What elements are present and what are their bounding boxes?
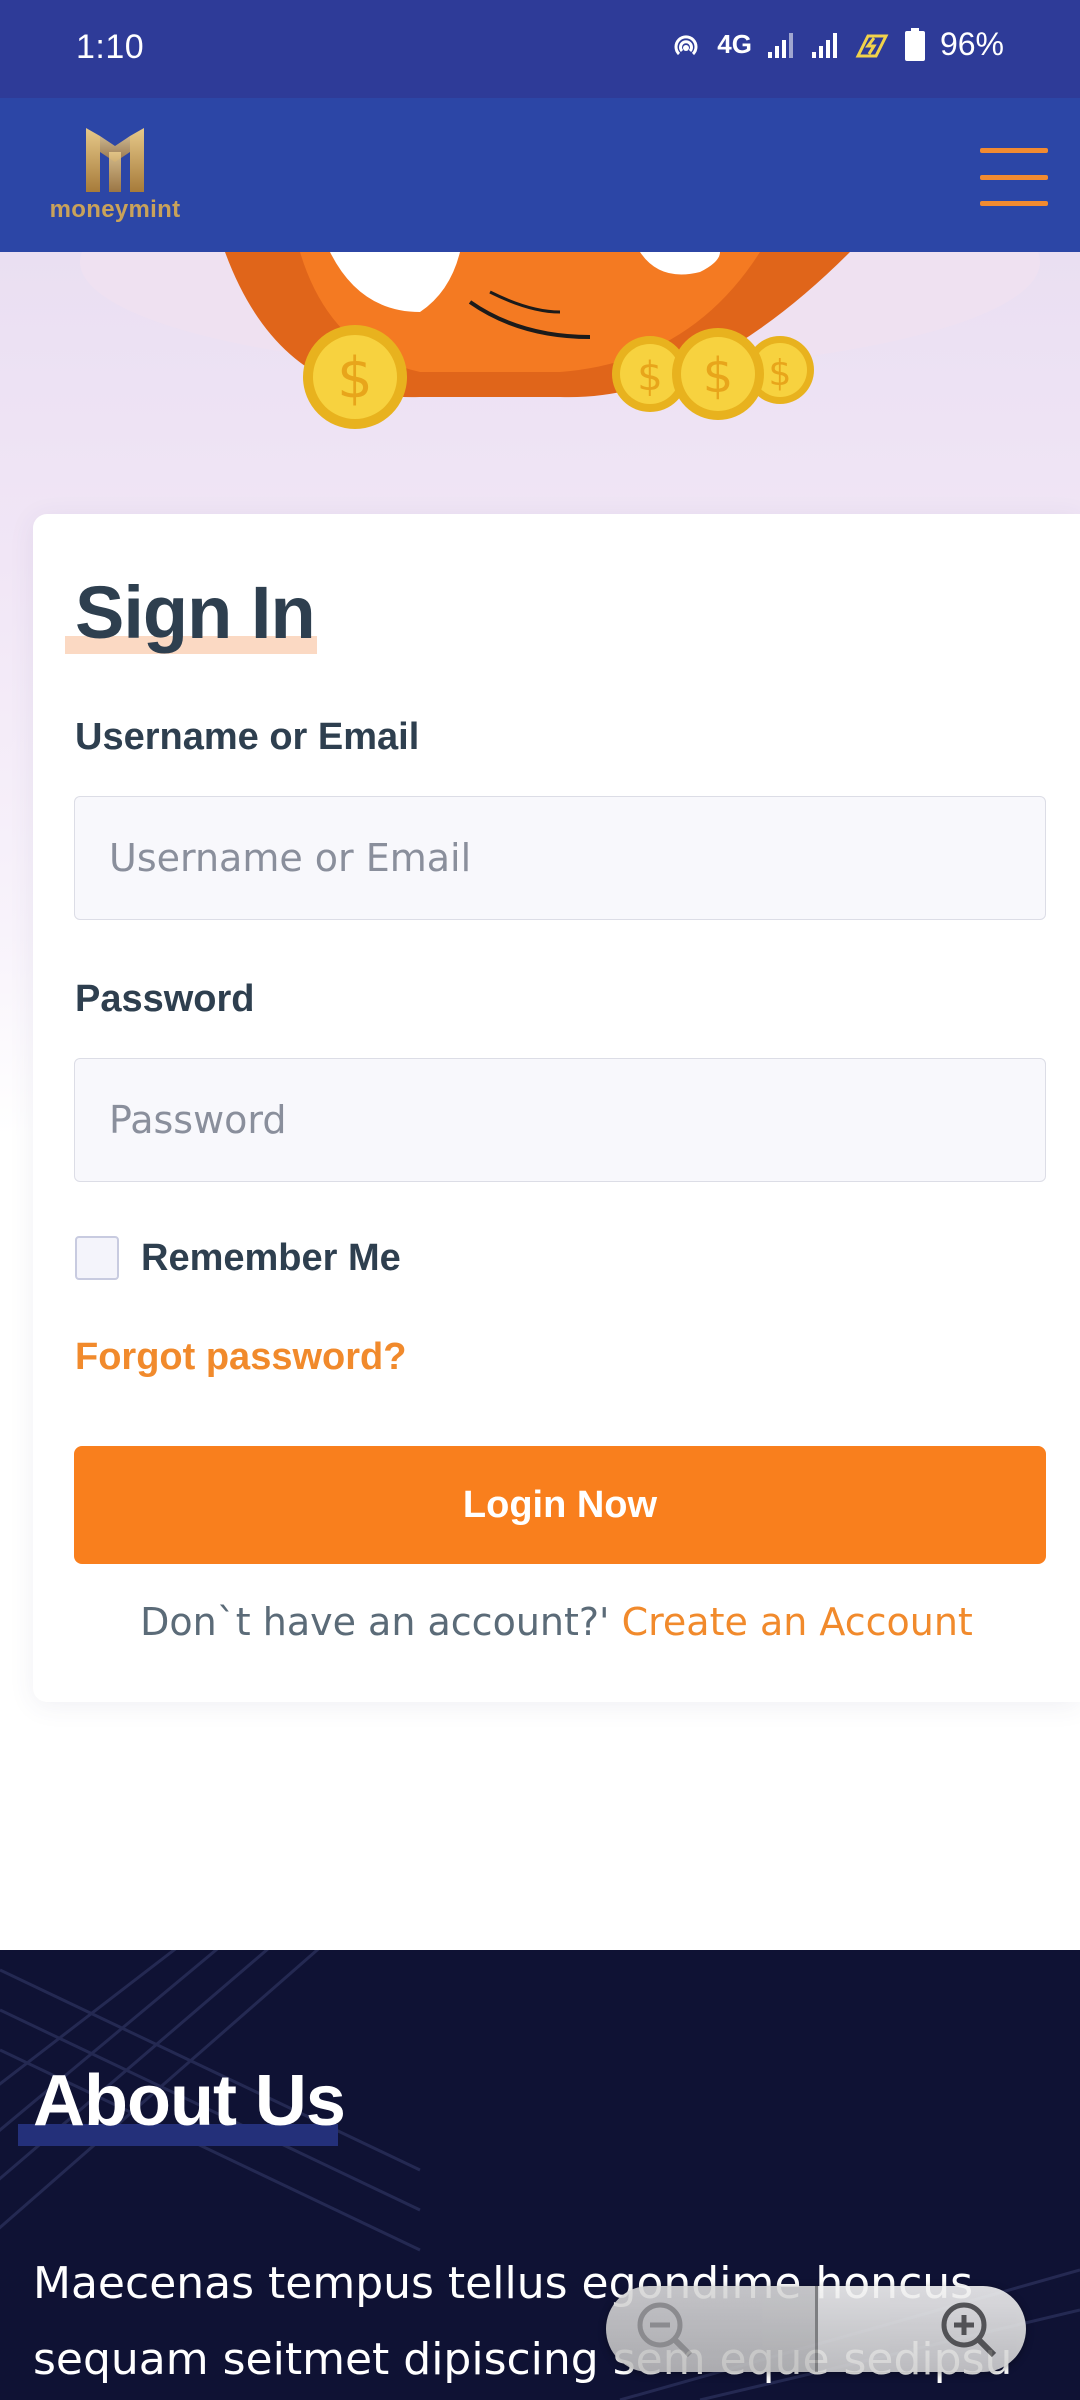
no-account-text: Don`t have an account?'	[140, 1600, 610, 1644]
username-label: Username or Email	[75, 716, 420, 758]
username-input[interactable]	[74, 796, 1046, 920]
logo-mark-icon	[86, 128, 144, 192]
signal-icon	[766, 30, 796, 60]
signin-card: Sign In Username or Email Password Remem…	[33, 514, 1080, 1702]
password-label: Password	[75, 978, 255, 1020]
battery-icon	[904, 27, 926, 62]
zoom-out-button[interactable]	[606, 2286, 818, 2372]
svg-text:$: $	[637, 354, 662, 400]
battery-level: 96%	[939, 26, 1004, 62]
site-header: moneymint	[0, 98, 1080, 252]
network-type: 4G	[717, 29, 752, 59]
hamburger-menu-icon[interactable]	[980, 148, 1048, 206]
remember-me-label[interactable]: Remember Me	[141, 1237, 401, 1280]
remember-me-checkbox[interactable]	[75, 1236, 119, 1280]
about-title: About Us	[33, 2061, 346, 2141]
zoom-in-button[interactable]	[817, 2286, 1026, 2372]
forgot-password-link[interactable]: Forgot password?	[75, 1336, 406, 1379]
status-time: 1:10	[76, 28, 145, 66]
hero-illustration: $ $ $ $	[80, 252, 1040, 429]
password-input[interactable]	[74, 1058, 1046, 1182]
svg-text:$: $	[703, 348, 734, 404]
svg-text:$: $	[337, 346, 373, 411]
zoom-in-icon	[941, 2302, 997, 2358]
svg-text:$: $	[769, 353, 792, 394]
zoom-controls	[606, 2286, 1026, 2372]
logo-text: moneymint	[49, 196, 181, 223]
login-button[interactable]: Login Now	[74, 1446, 1046, 1564]
logo[interactable]: moneymint	[40, 122, 190, 232]
remember-me-row[interactable]: Remember Me	[75, 1236, 401, 1280]
signup-row: Don`t have an account?' Create an Accoun…	[33, 1600, 1080, 1644]
create-account-link[interactable]: Create an Account	[622, 1600, 973, 1644]
zoom-out-icon	[637, 2302, 693, 2358]
signal-icon	[810, 30, 840, 60]
status-bar: 1:10 4G 96%	[0, 0, 1080, 98]
hotspot-icon	[669, 28, 703, 62]
status-icons: 4G 96%	[669, 26, 1004, 63]
data-saver-icon	[854, 30, 890, 60]
signin-title: Sign In	[75, 571, 316, 654]
